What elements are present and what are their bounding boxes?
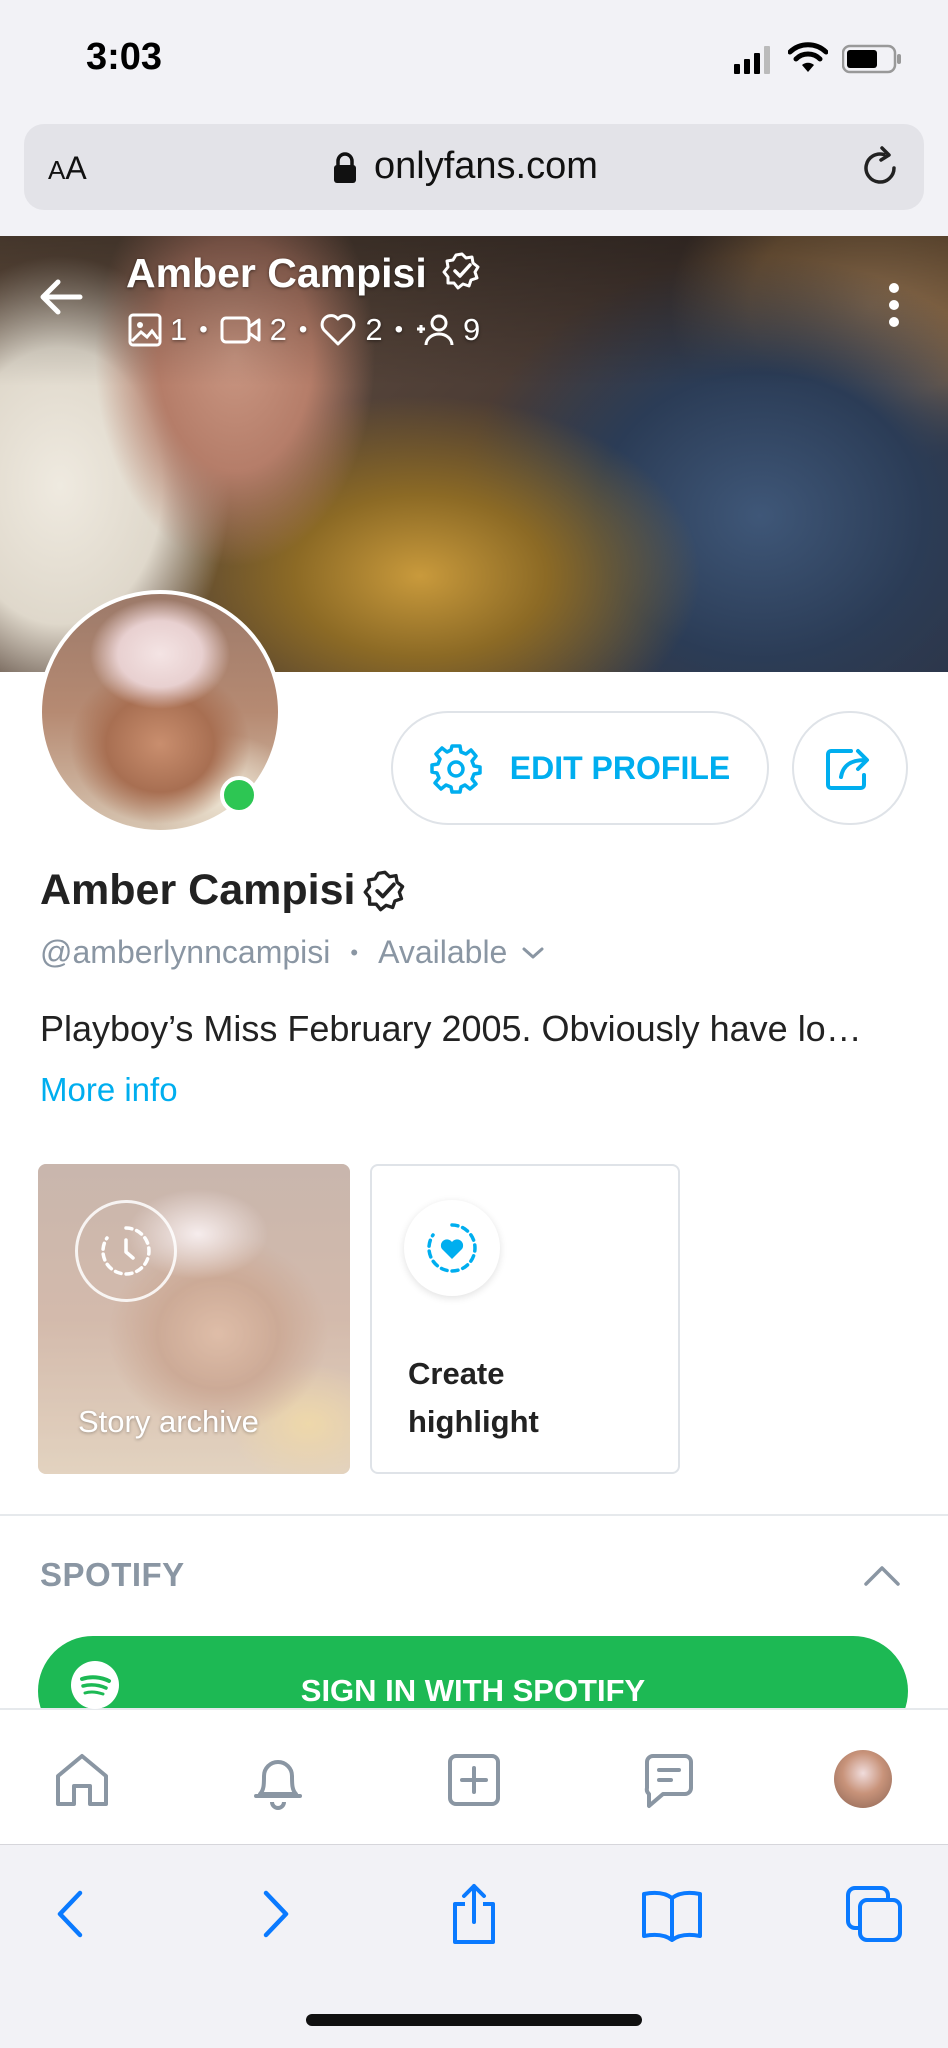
create-highlight-label: Create highlight [408, 1356, 539, 1439]
home-indicator [306, 2014, 642, 2026]
profile-bio: Playboy’s Miss February 2005. Obviously … [40, 1008, 862, 1049]
edit-profile-label: EDIT PROFILE [509, 749, 731, 786]
chevron-down-icon[interactable] [521, 945, 545, 961]
profile-handle: @amberlynncampisi [40, 934, 331, 970]
edit-profile-button[interactable]: EDIT PROFILE [391, 711, 769, 825]
online-status-dot [220, 776, 258, 814]
verified-icon [442, 251, 482, 301]
profile-name: Amber Campisi [40, 866, 407, 915]
status-time: 3:03 [86, 36, 163, 78]
text-size-button[interactable]: AA [48, 150, 87, 187]
spotify-logo-icon [70, 1660, 120, 1710]
fans-stat: 9 [415, 312, 480, 348]
section-divider [0, 1514, 948, 1516]
share-profile-button[interactable] [792, 711, 908, 825]
spotify-sign-in-label: SIGN IN WITH SPOTIFY [300, 1673, 646, 1708]
likes-stat: 2 [319, 312, 383, 348]
gear-icon [430, 744, 482, 794]
profile-name-text: Amber Campisi [40, 866, 356, 914]
header-name: Amber Campisi [126, 250, 482, 301]
photos-count: 1 [170, 312, 188, 347]
availability-status[interactable]: Available [378, 934, 507, 971]
bookmarks-icon[interactable] [640, 1882, 704, 1946]
videos-stat: 2 [220, 312, 287, 348]
heart-highlight-icon [404, 1200, 500, 1296]
story-archive-label: Story archive [78, 1404, 259, 1439]
photos-stat: 1 [128, 312, 187, 348]
reload-icon[interactable] [858, 146, 902, 195]
forward-icon[interactable] [244, 1882, 308, 1946]
header-stats: 1 • 2 • 2 • 9 [128, 310, 480, 350]
likes-count: 2 [365, 312, 383, 347]
signal-icon [734, 46, 770, 79]
fans-icon [416, 314, 454, 346]
url-text[interactable]: onlyfans.com [374, 145, 598, 188]
story-archive-icon [75, 1200, 177, 1302]
header-name-text: Amber Campisi [126, 250, 427, 296]
video-icon [220, 316, 261, 344]
back-arrow-icon[interactable] [36, 272, 86, 322]
verified-icon [363, 870, 405, 911]
more-options-icon[interactable] [872, 280, 916, 330]
share-arrow-icon [826, 749, 869, 790]
spotify-section-title: SPOTIFY [40, 1556, 185, 1593]
home-icon[interactable] [50, 1748, 114, 1812]
more-info-link[interactable]: More info [40, 1071, 178, 1109]
battery-icon [841, 44, 902, 79]
back-icon[interactable] [38, 1882, 102, 1946]
image-icon [128, 313, 162, 347]
heart-icon [320, 314, 356, 346]
wifi-icon [787, 42, 829, 79]
handle-row: @amberlynncampisi • Available [40, 934, 545, 971]
fans-count: 9 [462, 312, 481, 347]
videos-count: 2 [269, 312, 287, 347]
tabs-icon[interactable] [842, 1882, 906, 1946]
bell-icon[interactable] [246, 1748, 310, 1812]
add-post-icon[interactable] [442, 1748, 506, 1812]
lock-icon [333, 152, 357, 189]
chevron-up-icon[interactable] [862, 1560, 902, 1590]
share-icon[interactable] [442, 1882, 506, 1946]
messages-icon[interactable] [637, 1748, 701, 1812]
profile-avatar[interactable] [834, 1750, 892, 1808]
